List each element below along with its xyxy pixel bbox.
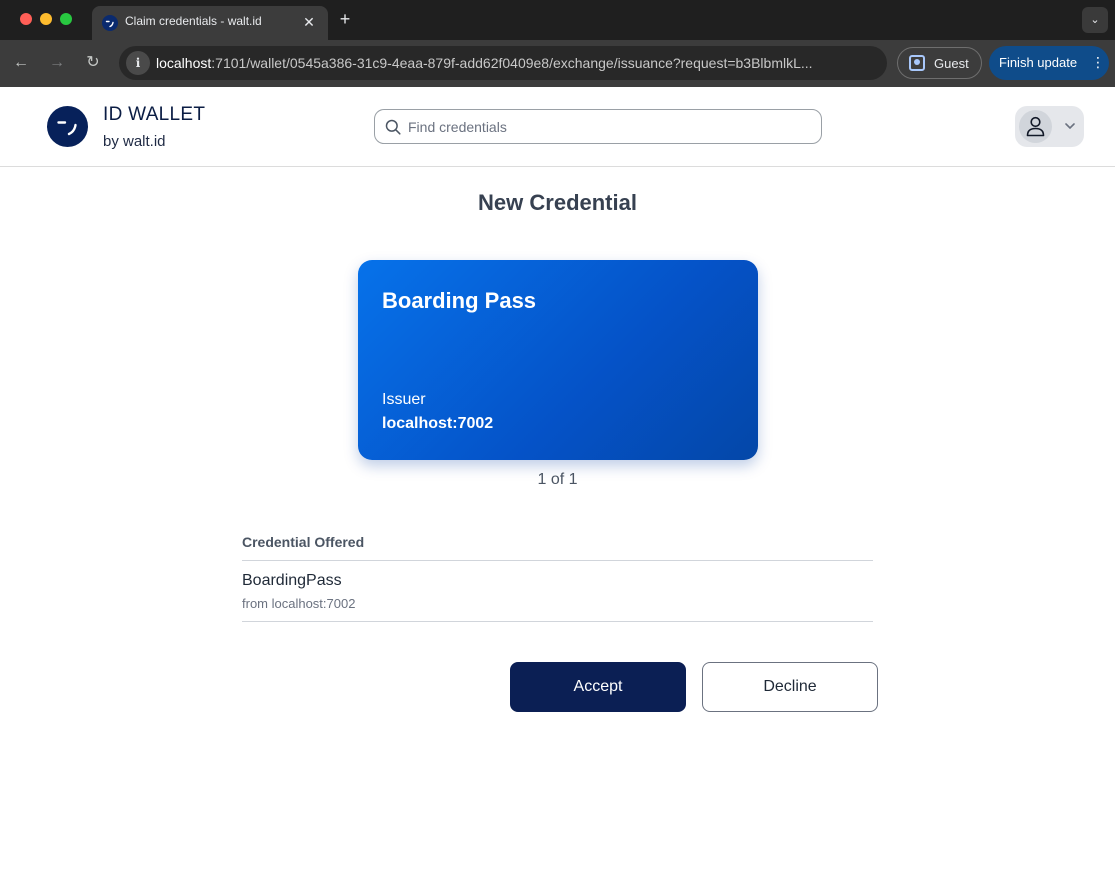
divider [242,560,873,561]
credential-card-title: Boarding Pass [382,288,537,313]
brand-subtitle: by walt.id [103,133,166,150]
window-maximize-button[interactable] [60,13,72,25]
credential-issuer-label: Issuer [382,391,426,408]
brand-title: ID WALLET [103,104,206,125]
app-header: ID WALLET by walt.id [0,87,1115,167]
tab-title: Claim credentials - walt.id [125,14,262,28]
browser-chrome: Claim credentials - walt.id ✕ + ⌄ ← → ↻ … [0,0,1115,87]
credential-card[interactable]: Boarding Pass Issuer localhost:7002 [358,260,758,460]
tab-strip: Claim credentials - walt.id ✕ + ⌄ [0,0,1115,40]
finish-update-button[interactable]: Finish update ⋮ [989,46,1109,80]
guest-profile-icon [909,55,925,71]
walt-id-favicon-icon [102,15,118,31]
search-icon [385,119,401,135]
url-path: :7101/wallet/0545a386-31c9-4eaa-879f-add… [211,55,813,71]
credential-offered-header: Credential Offered [242,534,365,550]
address-url[interactable]: localhost:7101/wallet/0545a386-31c9-4eaa… [156,55,878,71]
forward-arrow-icon[interactable]: → [46,52,68,74]
finish-update-label: Finish update [999,55,1078,70]
window-close-button[interactable] [20,13,32,25]
credential-issuer-value: localhost:7002 [382,415,494,432]
tab-search-chevron-icon[interactable]: ⌄ [1082,7,1108,33]
browser-tab-active[interactable]: Claim credentials - walt.id ✕ [92,6,328,40]
card-pager: 1 of 1 [537,471,578,488]
address-bar[interactable]: i localhost:7101/wallet/0545a386-31c9-4e… [119,46,887,80]
new-tab-plus-icon[interactable]: + [334,8,356,30]
walt-id-logo-icon[interactable] [47,106,88,147]
site-info-icon[interactable]: i [126,51,150,75]
avatar [1019,110,1052,143]
decline-button[interactable]: Decline [702,662,878,712]
user-menu-button[interactable] [1015,106,1084,147]
accept-button[interactable]: Accept [510,662,686,712]
more-vert-icon[interactable]: ⋮ [1091,53,1105,71]
guest-profile-button[interactable]: Guest [897,47,982,79]
search-box[interactable] [374,109,822,144]
user-avatar-icon [1026,116,1045,137]
page-title: New Credential [478,190,637,215]
guest-label: Guest [934,56,969,71]
offered-credential-name: BoardingPass [242,572,342,589]
search-input[interactable] [408,111,808,142]
window-minimize-button[interactable] [40,13,52,25]
browser-toolbar: ← → ↻ i localhost:7101/wallet/0545a386-3… [0,40,1115,87]
url-host: localhost [156,55,212,71]
offered-credential-source: from localhost:7002 [242,596,356,611]
reload-icon[interactable]: ↻ [82,52,104,74]
divider [242,621,873,622]
chevron-down-icon [1065,123,1075,129]
tab-close-icon[interactable]: ✕ [300,13,318,31]
back-arrow-icon[interactable]: ← [10,52,32,74]
